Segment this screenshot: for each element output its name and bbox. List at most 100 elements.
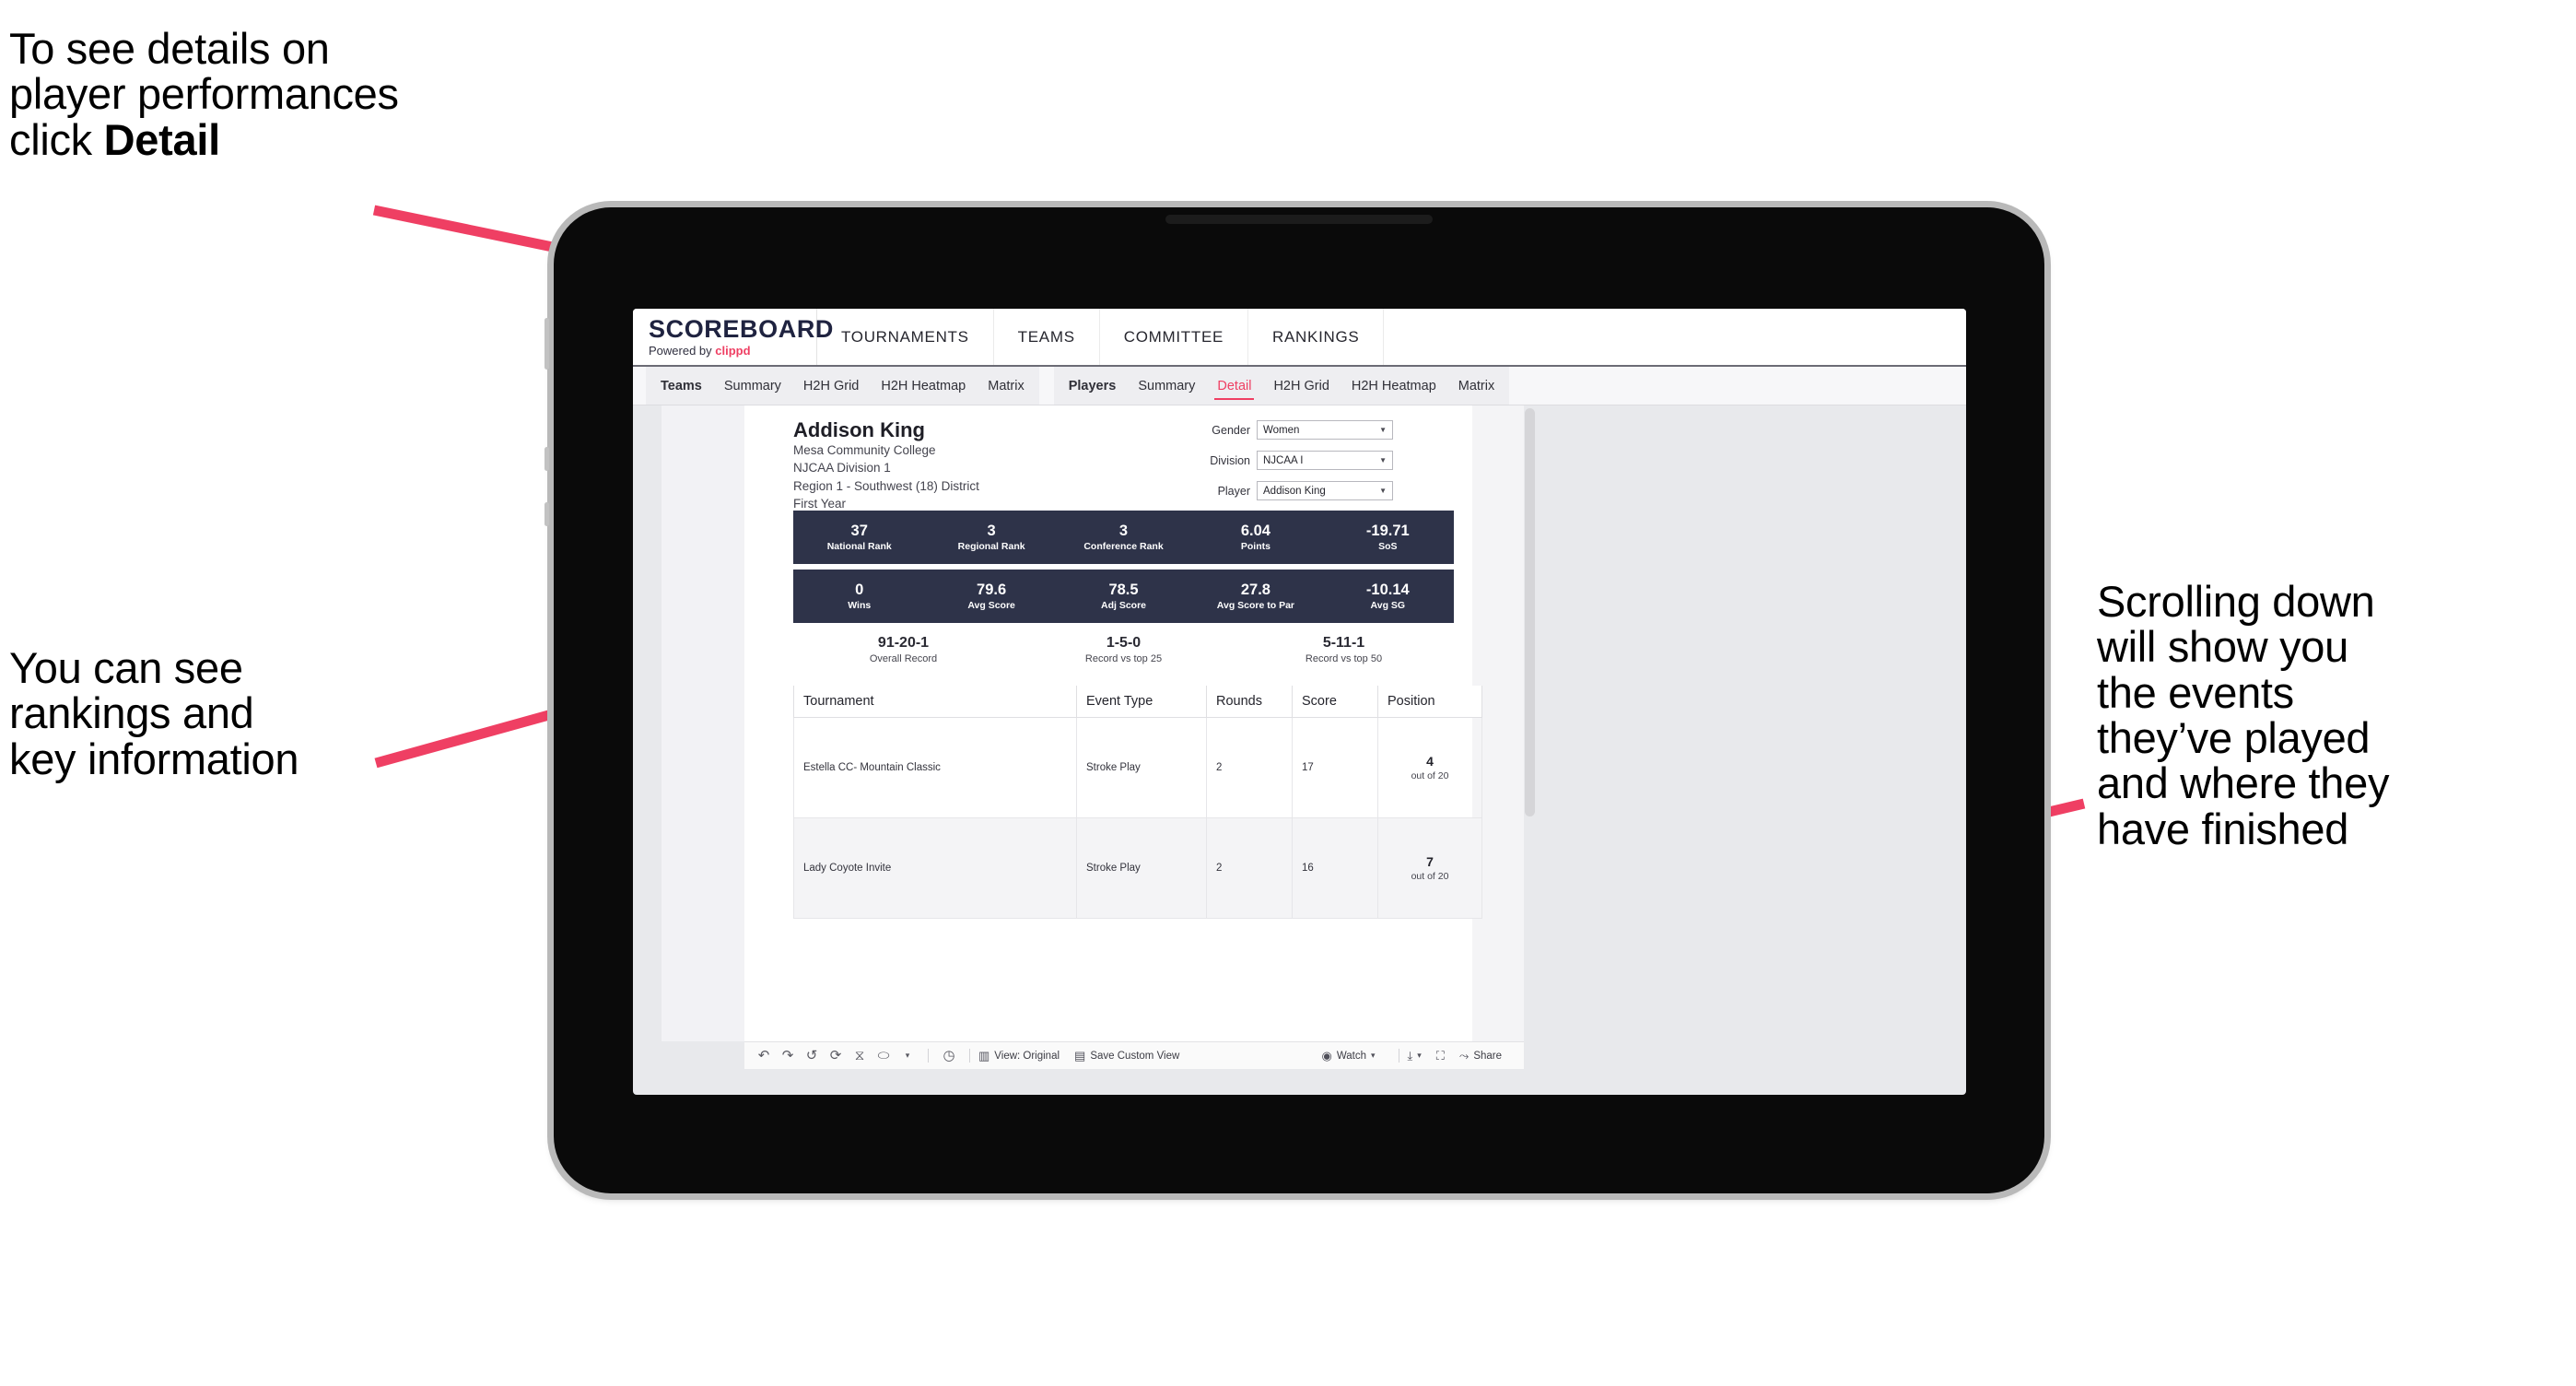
nav-item-teams[interactable]: TEAMS <box>994 309 1100 365</box>
player-region: Region 1 - Southwest (18) District <box>793 478 979 493</box>
player-division: NJCAA Division 1 <box>793 461 891 476</box>
kpi-national-rank: 37 National Rank <box>793 523 925 553</box>
kpi-avg-score-to-par-label: Avg Score to Par <box>1216 600 1295 612</box>
filter-select-division[interactable]: NJCAA I ▼ <box>1257 451 1393 470</box>
annotation-top-left-bold: Detail <box>103 114 221 164</box>
column-header-score[interactable]: Score <box>1292 686 1378 718</box>
tablet-screen: SCOREBOARD Powered by clippd TOURNAMENTS… <box>633 309 1966 1095</box>
download-button[interactable]: ⤓ ▾ <box>1408 1049 1422 1063</box>
view-original-button[interactable]: ▥ View: Original <box>978 1049 1060 1063</box>
record-vs-top-50: 5-11-1 Record vs top 50 <box>1234 634 1454 664</box>
chevron-down-icon[interactable]: ▾ <box>896 1051 919 1060</box>
table-row[interactable]: Lady Coyote Invite Stroke Play 2 16 7 ou… <box>793 817 1482 919</box>
table-header-row: Tournament Event Type Rounds Score Posit… <box>793 686 1482 718</box>
filter-panel: Gender Women ▼ Division NJCAA I ▼ Player… <box>1176 420 1393 511</box>
cell-score: 17 <box>1292 717 1378 818</box>
save-custom-view-button[interactable]: ▤ Save Custom View <box>1074 1049 1179 1063</box>
cell-position-value: 4 <box>1426 754 1434 769</box>
tab-group-teams: Teams Summary H2H Grid H2H Heatmap Matri… <box>646 367 1039 405</box>
column-header-event-type[interactable]: Event Type <box>1076 686 1207 718</box>
column-header-rounds[interactable]: Rounds <box>1206 686 1293 718</box>
refresh-icon[interactable]: ⟳ <box>824 1049 848 1063</box>
fullscreen-button[interactable]: ⛶ <box>1436 1049 1445 1063</box>
table-row[interactable]: Estella CC- Mountain Classic Stroke Play… <box>793 717 1482 818</box>
tab-teams-h2h-grid[interactable]: H2H Grid <box>792 367 870 405</box>
toolbar-divider <box>969 1049 970 1063</box>
kpi-conference-rank: 3 Conference Rank <box>1058 523 1189 553</box>
filter-select-player[interactable]: Addison King ▼ <box>1257 481 1393 500</box>
kpi-regional-rank-value: 3 <box>987 522 996 539</box>
share-label: Share <box>1473 1050 1502 1062</box>
chevron-down-icon: ▼ <box>1379 426 1387 434</box>
tab-group-players: Players Summary Detail H2H Grid H2H Heat… <box>1053 367 1510 405</box>
column-header-tournament[interactable]: Tournament <box>793 686 1077 718</box>
kpi-avg-sg-value: -10.14 <box>1365 581 1410 598</box>
kpi-band-scoring: 0 Wins 79.6 Avg Score 78.5 Adj Score 27.… <box>793 570 1454 623</box>
record-vs-top-25: 1-5-0 Record vs top 25 <box>1013 634 1234 664</box>
record-overall-label: Overall Record <box>869 653 938 665</box>
kpi-sos-value: -19.71 <box>1365 522 1410 539</box>
chevron-down-icon: ▼ <box>1379 487 1387 495</box>
record-vs-top-25-value: 1-5-0 <box>1106 635 1142 651</box>
record-overall-value: 91-20-1 <box>877 635 930 651</box>
kpi-wins: 0 Wins <box>793 581 925 612</box>
flow-icon[interactable]: ⬭ <box>872 1049 896 1063</box>
tab-teams-h2h-heatmap[interactable]: H2H Heatmap <box>870 367 977 405</box>
kpi-national-rank-value: 37 <box>850 522 868 539</box>
player-header: Addison King Mesa Community College NJCA… <box>793 418 979 512</box>
nav-item-committee[interactable]: COMMITTEE <box>1100 309 1249 365</box>
revert-icon[interactable]: ↺ <box>800 1049 824 1063</box>
annotation-mid-left: You can see rankings and key information <box>9 643 299 783</box>
kpi-band-rankings: 37 National Rank 3 Regional Rank 3 Confe… <box>793 511 1454 564</box>
watch-button[interactable]: ◉ Watch ▾ <box>1321 1049 1375 1063</box>
kpi-wins-label: Wins <box>848 600 872 612</box>
cell-position-subtext: out of 20 <box>1411 870 1449 882</box>
view-original-label: View: Original <box>994 1050 1060 1062</box>
cell-tournament: Lady Coyote Invite <box>793 817 1077 919</box>
tab-teams-head[interactable]: Teams <box>650 367 713 405</box>
filter-label-gender: Gender <box>1212 423 1250 437</box>
share-button[interactable]: ⤳ Share <box>1459 1049 1502 1063</box>
cell-event-type: Stroke Play <box>1076 717 1207 818</box>
tab-players-h2h-grid[interactable]: H2H Grid <box>1262 367 1340 405</box>
tab-players-summary[interactable]: Summary <box>1127 367 1206 405</box>
player-name: Addison King <box>793 418 925 441</box>
eye-icon: ◉ <box>1321 1048 1332 1063</box>
view-icon: ▥ <box>978 1048 990 1063</box>
brand-subtitle: Powered by clippd <box>649 345 816 357</box>
redo-icon[interactable]: ↷ <box>776 1049 800 1063</box>
tab-players-detail[interactable]: Detail <box>1206 367 1262 405</box>
kpi-conference-rank-label: Conference Rank <box>1083 541 1164 553</box>
nav-item-rankings[interactable]: RANKINGS <box>1248 309 1385 365</box>
kpi-adj-score: 78.5 Adj Score <box>1058 581 1189 612</box>
brand-title: SCOREBOARD <box>649 315 835 343</box>
tab-teams-summary[interactable]: Summary <box>713 367 792 405</box>
column-header-position[interactable]: Position <box>1377 686 1482 718</box>
pause-icon[interactable]: ⧖ <box>848 1049 872 1063</box>
cell-event-type: Stroke Play <box>1076 817 1207 919</box>
filter-label-player: Player <box>1217 484 1250 498</box>
tab-players-h2h-heatmap[interactable]: H2H Heatmap <box>1341 367 1447 405</box>
brand-sub-clippd: clippd <box>715 344 751 358</box>
filter-row-gender: Gender Women ▼ <box>1176 420 1393 440</box>
kpi-sos-label: SoS <box>1378 541 1398 553</box>
clock-icon[interactable]: ◷ <box>937 1049 961 1063</box>
kpi-adj-score-value: 78.5 <box>1108 581 1139 598</box>
chevron-down-icon: ▾ <box>1370 1051 1376 1060</box>
vertical-scrollbar-thumb[interactable] <box>1525 408 1535 816</box>
tab-players-head[interactable]: Players <box>1058 367 1128 405</box>
tab-teams-matrix[interactable]: Matrix <box>977 367 1035 405</box>
tab-players-matrix[interactable]: Matrix <box>1447 367 1505 405</box>
nav-item-tournaments[interactable]: TOURNAMENTS <box>817 309 994 365</box>
filter-select-gender[interactable]: Women ▼ <box>1257 420 1393 440</box>
kpi-sos: -19.71 SoS <box>1322 523 1454 553</box>
tablet-device: SCOREBOARD Powered by clippd TOURNAMENTS… <box>544 207 2044 1193</box>
brand-logo[interactable]: SCOREBOARD Powered by clippd <box>633 309 835 365</box>
cell-position: 7 out of 20 <box>1377 817 1482 919</box>
cell-rounds: 2 <box>1206 817 1293 919</box>
kpi-wins-value: 0 <box>855 581 864 598</box>
chevron-down-icon: ▾ <box>1417 1051 1422 1060</box>
tablet-speaker <box>1165 215 1433 224</box>
download-icon: ⤓ <box>1407 1048 1413 1063</box>
undo-icon[interactable]: ↶ <box>752 1049 776 1063</box>
